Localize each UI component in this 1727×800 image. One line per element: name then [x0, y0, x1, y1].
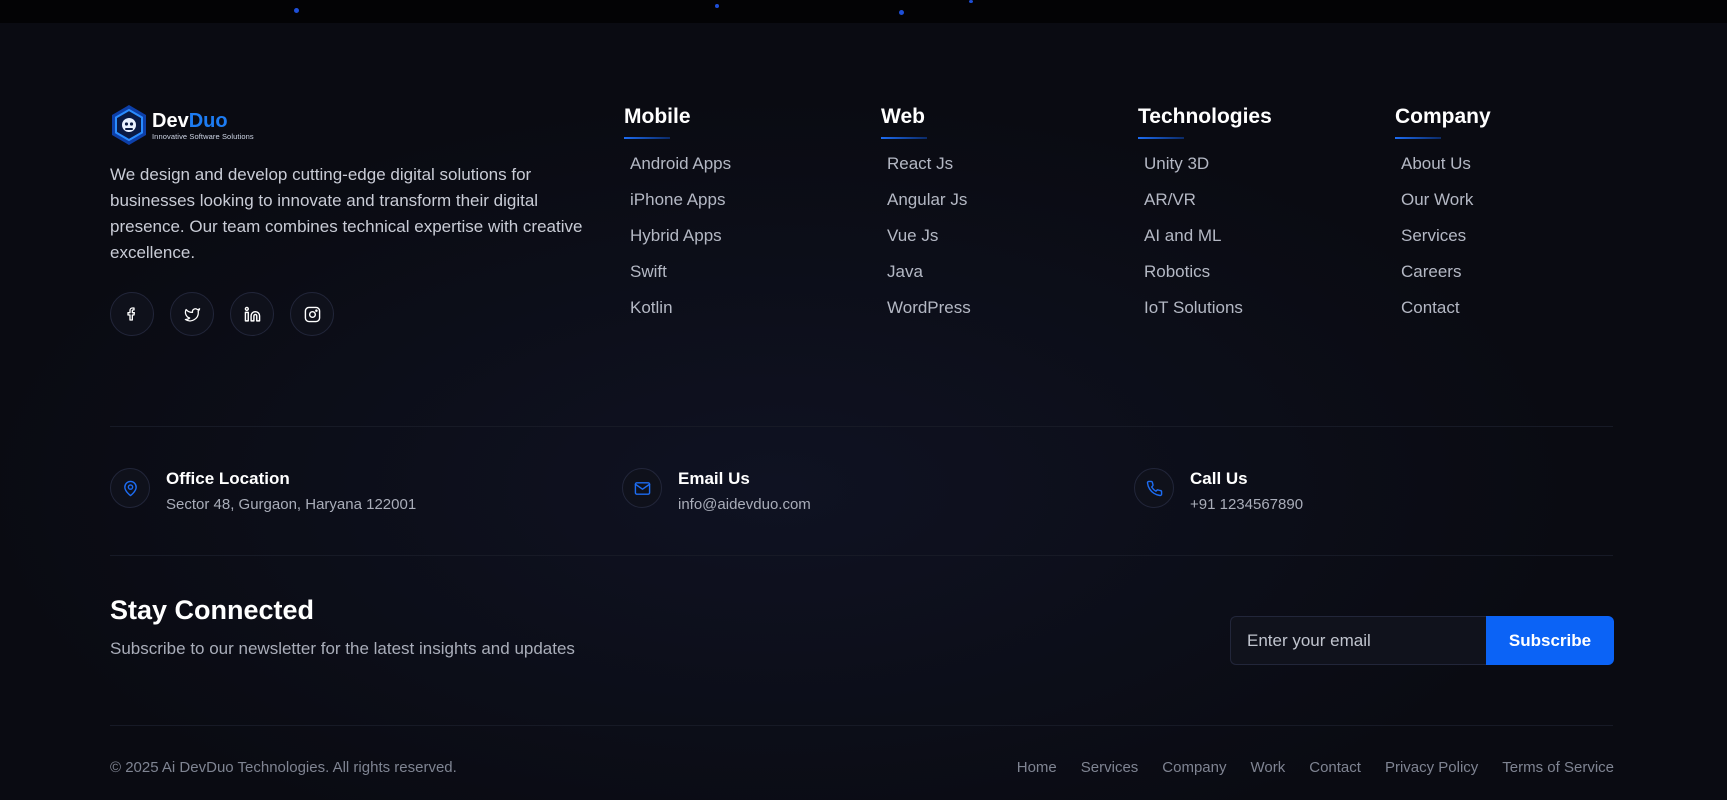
footer-link[interactable]: AR/VR: [1138, 188, 1378, 224]
footer-link[interactable]: React Js: [881, 152, 1121, 188]
top-bar: [0, 0, 1727, 23]
linkedin-icon: [244, 306, 260, 322]
bottom-nav: Home Services Company Work Contact Priva…: [1017, 759, 1614, 776]
newsletter-email-input[interactable]: [1230, 616, 1486, 665]
divider: [110, 426, 1613, 427]
footer-column-technologies: Technologies Unity 3D AR/VR AI and ML Ro…: [1138, 104, 1378, 332]
title-underline: [1395, 137, 1441, 139]
column-title: Mobile: [624, 105, 691, 128]
newsletter-form: Subscribe: [1230, 616, 1614, 665]
footer-column-mobile: Mobile Android Apps iPhone Apps Hybrid A…: [624, 104, 864, 332]
logo-hexagon-icon: [110, 104, 148, 146]
title-underline: [624, 137, 670, 139]
footer-link[interactable]: iPhone Apps: [624, 188, 864, 224]
footer-link[interactable]: Hybrid Apps: [624, 224, 864, 260]
decorative-dot: [715, 4, 719, 8]
contact-title: Office Location: [166, 469, 290, 488]
column-title: Web: [881, 105, 925, 128]
twitter-link[interactable]: [170, 292, 214, 336]
brand-block: DevDuo Innovative Software Solutions We …: [110, 103, 610, 336]
bottom-link-home[interactable]: Home: [1017, 759, 1057, 776]
instagram-link[interactable]: [290, 292, 334, 336]
contact-email: Email Us info@aidevduo.com: [622, 468, 811, 515]
divider: [110, 725, 1613, 726]
bottom-link-terms[interactable]: Terms of Service: [1502, 759, 1614, 776]
linkedin-link[interactable]: [230, 292, 274, 336]
footer-link[interactable]: Java: [881, 260, 1121, 296]
footer-link[interactable]: Services: [1395, 224, 1635, 260]
footer-column-web: Web React Js Angular Js Vue Js Java Word…: [881, 104, 1121, 332]
brand-description: We design and develop cutting-edge digit…: [110, 165, 583, 262]
logo-tagline: Innovative Software Solutions: [152, 131, 254, 141]
footer-link[interactable]: WordPress: [881, 296, 1121, 332]
copyright-text: © 2025 Ai DevDuo Technologies. All right…: [110, 759, 457, 776]
footer-link[interactable]: Angular Js: [881, 188, 1121, 224]
newsletter-title: Stay Connected: [110, 595, 315, 625]
footer-link[interactable]: Unity 3D: [1138, 152, 1378, 188]
social-links: [110, 292, 610, 336]
logo[interactable]: DevDuo Innovative Software Solutions: [110, 103, 610, 147]
contact-title: Email Us: [678, 469, 750, 488]
bottom-link-contact[interactable]: Contact: [1309, 759, 1361, 776]
contact-value: Sector 48, Gurgaon, Haryana 122001: [166, 496, 417, 513]
footer-link[interactable]: Swift: [624, 260, 864, 296]
footer-link[interactable]: IoT Solutions: [1138, 296, 1378, 332]
facebook-icon: [127, 307, 135, 321]
contact-location: Office Location Sector 48, Gurgaon, Hary…: [110, 468, 416, 515]
footer-column-company: Company About Us Our Work Services Caree…: [1395, 104, 1635, 332]
contact-phone: Call Us +91 1234567890: [1134, 468, 1303, 515]
logo-name-duo: Duo: [188, 109, 228, 132]
bottom-link-work[interactable]: Work: [1251, 759, 1286, 776]
bottom-link-services[interactable]: Services: [1081, 759, 1139, 776]
newsletter-subtitle: Subscribe to our newsletter for the late…: [110, 639, 575, 658]
decorative-dot: [294, 8, 299, 13]
twitter-icon: [184, 307, 200, 322]
column-title: Company: [1395, 105, 1491, 128]
subscribe-button[interactable]: Subscribe: [1486, 616, 1614, 665]
footer-link[interactable]: Vue Js: [881, 224, 1121, 260]
footer-link[interactable]: Robotics: [1138, 260, 1378, 296]
footer-link[interactable]: Careers: [1395, 260, 1635, 296]
decorative-dot: [969, 0, 973, 3]
divider: [110, 555, 1613, 556]
logo-name-dev: Dev: [152, 109, 189, 132]
phone-icon: [1134, 468, 1174, 508]
footer-link[interactable]: Contact: [1395, 296, 1635, 332]
mail-icon: [622, 468, 662, 508]
footer-link[interactable]: Kotlin: [624, 296, 864, 332]
contact-title: Call Us: [1190, 469, 1248, 488]
title-underline: [881, 137, 927, 139]
contact-email-link[interactable]: info@aidevduo.com: [678, 495, 811, 515]
footer-link[interactable]: About Us: [1395, 152, 1635, 188]
bottom-link-privacy[interactable]: Privacy Policy: [1385, 759, 1478, 776]
footer-link[interactable]: Our Work: [1395, 188, 1635, 224]
contact-phone-link[interactable]: +91 1234567890: [1190, 495, 1303, 515]
title-underline: [1138, 137, 1184, 139]
instagram-icon: [304, 306, 320, 322]
facebook-link[interactable]: [110, 292, 154, 336]
column-title: Technologies: [1138, 105, 1272, 128]
footer-link[interactable]: AI and ML: [1138, 224, 1378, 260]
map-pin-icon: [110, 468, 150, 508]
footer-link[interactable]: Android Apps: [624, 152, 864, 188]
bottom-link-company[interactable]: Company: [1162, 759, 1226, 776]
decorative-dot: [899, 10, 904, 15]
